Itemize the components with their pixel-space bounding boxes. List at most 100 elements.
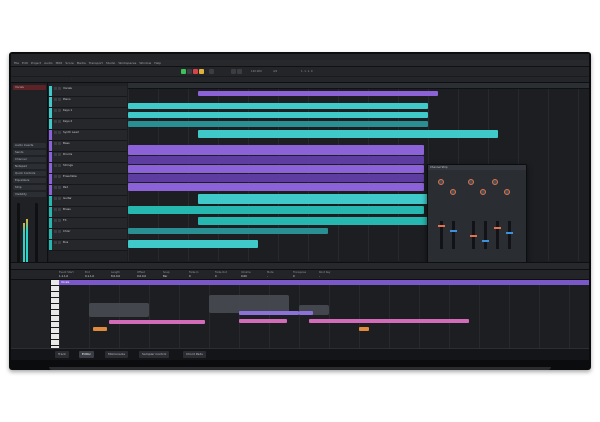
inspector-section[interactable]: Strip	[13, 185, 46, 190]
solo-button[interactable]	[58, 208, 61, 211]
track-header[interactable]: Strings	[49, 163, 127, 174]
pitch-segment[interactable]	[299, 311, 313, 315]
mute-button[interactable]	[54, 208, 57, 211]
info-value[interactable]: 0.00	[241, 275, 247, 278]
mute-button[interactable]	[54, 197, 57, 200]
eq-knob[interactable]	[492, 179, 498, 185]
solo-button[interactable]	[58, 197, 61, 200]
audio-event[interactable]	[198, 130, 498, 138]
pitch-segment[interactable]	[239, 319, 287, 323]
info-value[interactable]: 8.0.0.0	[111, 275, 120, 278]
eq-knob[interactable]	[468, 179, 474, 185]
plugin-window[interactable]: Channel Strip	[427, 164, 527, 266]
track-header[interactable]: Choir	[49, 229, 127, 240]
track-header[interactable]: Bus	[49, 240, 127, 251]
pitch-editor-grid[interactable]	[59, 285, 589, 348]
mute-button[interactable]	[54, 219, 57, 222]
pitch-segment[interactable]	[93, 327, 107, 331]
menu-item-midi[interactable]: MIDI	[56, 61, 63, 65]
metronome-button[interactable]	[209, 69, 214, 74]
tab-mixconsole[interactable]: MixConsole	[105, 351, 129, 358]
mute-button[interactable]	[54, 109, 57, 112]
fader-cap[interactable]	[438, 225, 445, 227]
inspector-section[interactable]: Quick Controls	[13, 171, 46, 176]
solo-button[interactable]	[58, 120, 61, 123]
menu-item-studio[interactable]: Studio	[106, 61, 116, 65]
mute-button[interactable]	[54, 120, 57, 123]
channel-fader[interactable]	[484, 221, 487, 249]
inspector-section[interactable]: Equalizers	[13, 178, 46, 183]
solo-button[interactable]	[58, 241, 61, 244]
solo-button[interactable]	[58, 219, 61, 222]
inspector-section[interactable]: Sends	[13, 150, 46, 155]
audio-event[interactable]	[128, 112, 428, 118]
track-header[interactable]: Keys 2	[49, 119, 127, 130]
menu-item-window[interactable]: Window	[139, 61, 151, 65]
track-header[interactable]: FX	[49, 218, 127, 229]
grid-button[interactable]	[237, 69, 242, 74]
solo-button[interactable]	[58, 164, 61, 167]
info-value[interactable]: 0.0.0.0	[137, 275, 146, 278]
info-value[interactable]: 9.1.1.0	[85, 275, 94, 278]
signature-display[interactable]: 4/4	[273, 70, 277, 73]
audio-event[interactable]	[128, 240, 258, 248]
mute-button[interactable]	[54, 186, 57, 189]
fader-cap[interactable]	[450, 230, 457, 232]
inspector-section[interactable]: Visibility	[13, 192, 46, 197]
mute-button[interactable]	[54, 87, 57, 90]
inspector-section[interactable]: Notepad	[13, 164, 46, 169]
audio-event[interactable]	[198, 91, 438, 96]
solo-button[interactable]	[58, 153, 61, 156]
volume-fader[interactable]	[17, 203, 20, 263]
eq-knob[interactable]	[480, 189, 486, 195]
tab-chord-pads[interactable]: Chord Pads	[183, 351, 206, 358]
fader-cap[interactable]	[506, 232, 513, 234]
tab-editor[interactable]: Editor	[79, 351, 94, 358]
solo-button[interactable]	[58, 186, 61, 189]
info-value[interactable]: -	[267, 275, 268, 278]
mute-button[interactable]	[54, 98, 57, 101]
audio-event[interactable]	[128, 156, 424, 164]
track-header[interactable]: Keys 1	[49, 108, 127, 119]
piano-keyboard[interactable]	[51, 280, 59, 348]
solo-button[interactable]	[58, 142, 61, 145]
menu-item-edit[interactable]: Edit	[22, 61, 28, 65]
mute-button[interactable]	[54, 175, 57, 178]
inspector-section[interactable]: Channel	[13, 157, 46, 162]
track-header[interactable]: Pad	[49, 185, 127, 196]
track-header[interactable]: Guitar	[49, 196, 127, 207]
audio-event[interactable]	[128, 228, 328, 234]
track-header[interactable]: Synth Lead	[49, 130, 127, 141]
audio-event[interactable]	[128, 165, 424, 173]
info-value[interactable]: 0	[189, 275, 191, 278]
mute-button[interactable]	[54, 230, 57, 233]
audio-event[interactable]	[128, 145, 424, 155]
pitch-segment[interactable]	[359, 327, 369, 331]
inspector-track-name[interactable]: Vocals	[13, 85, 46, 90]
menu-item-file[interactable]: File	[14, 61, 19, 65]
stop-button[interactable]	[187, 69, 192, 74]
audio-event[interactable]	[128, 121, 428, 127]
fader-cap[interactable]	[482, 240, 489, 242]
audio-event[interactable]	[128, 206, 424, 214]
pitch-segment[interactable]	[239, 311, 299, 315]
pitch-segment[interactable]	[109, 320, 205, 324]
mute-button[interactable]	[54, 153, 57, 156]
menu-item-workspaces[interactable]: Workspaces	[118, 61, 136, 65]
solo-button[interactable]	[58, 175, 61, 178]
tab-sampler-control[interactable]: Sampler Control	[139, 351, 170, 358]
mute-button[interactable]	[54, 164, 57, 167]
info-value[interactable]: 0	[215, 275, 217, 278]
play-button[interactable]	[181, 69, 186, 74]
menu-item-score[interactable]: Score	[65, 61, 73, 65]
eq-knob[interactable]	[438, 179, 444, 185]
record-button[interactable]	[193, 69, 198, 74]
fader-cap[interactable]	[494, 227, 501, 229]
track-header[interactable]: Piano	[49, 97, 127, 108]
mute-button[interactable]	[54, 142, 57, 145]
info-value[interactable]: 0	[293, 275, 295, 278]
inspector-section[interactable]: Audio Inserts	[13, 143, 46, 148]
audio-event[interactable]	[128, 183, 424, 191]
pan-fader[interactable]	[35, 203, 38, 263]
menu-item-project[interactable]: Project	[31, 61, 41, 65]
